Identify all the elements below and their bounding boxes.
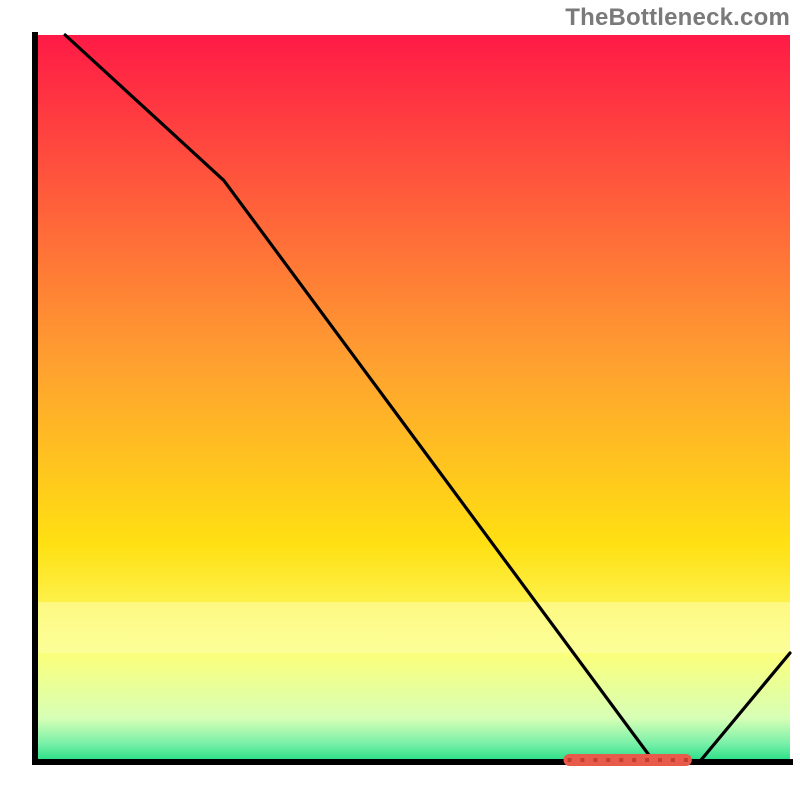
marker-dot	[580, 758, 584, 762]
bottleneck-chart	[0, 0, 800, 800]
marker-dot	[645, 758, 649, 762]
marker-dot	[671, 758, 675, 762]
light-band	[35, 602, 790, 653]
marker-dot	[568, 758, 572, 762]
marker-dot	[684, 758, 688, 762]
marker-dot	[606, 758, 610, 762]
marker-dot	[593, 758, 597, 762]
marker-dot	[658, 758, 662, 762]
chart-container: TheBottleneck.com	[0, 0, 800, 800]
marker-dot	[632, 758, 636, 762]
marker-dot	[619, 758, 623, 762]
